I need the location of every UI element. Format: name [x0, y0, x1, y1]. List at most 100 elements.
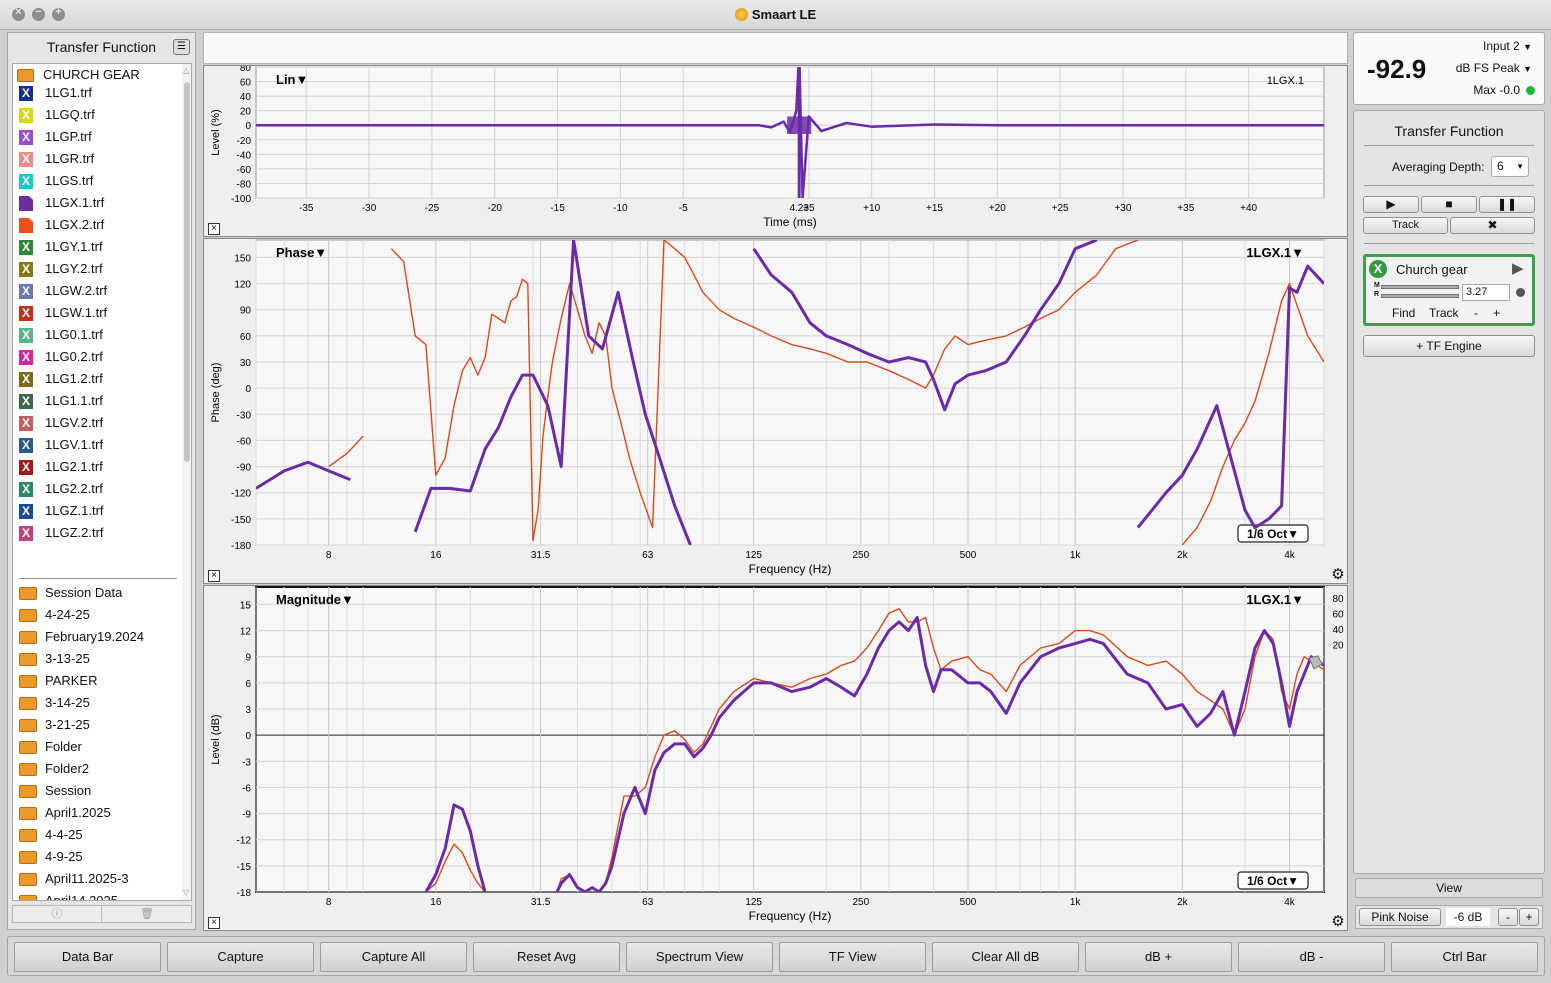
play-button[interactable]: ▶ — [1363, 196, 1419, 213]
folder-item[interactable]: 3-13-25 — [13, 648, 178, 670]
find-button[interactable]: Find — [1392, 306, 1415, 320]
file-item[interactable]: X 1LG0.2.trf — [13, 346, 178, 368]
phase-plot[interactable]: 150 120 90 60 30 0 -30 -60 -90 -120 -150 -180 8 16 31.… — [203, 238, 1348, 584]
file-item[interactable]: X 1LGW.2.trf — [13, 280, 178, 302]
file-item[interactable]: X 1LGV.2.trf — [13, 412, 178, 434]
file-list[interactable]: CHURCH GEAR X 1LG1.trf X 1LGQ.trf X 1LGP.trf X… — [12, 63, 192, 901]
control-button[interactable]: TF View — [779, 942, 926, 972]
control-button[interactable]: Capture — [167, 942, 314, 972]
file-item[interactable]: X 1LG2.1.trf — [13, 456, 178, 478]
meter-mode-select[interactable]: dB FS Peak ▼ — [1456, 61, 1532, 75]
engine-card-church-gear[interactable]: X Church gear ▶ M R 3.27 Find Track - + — [1363, 254, 1535, 326]
folder-item[interactable]: 3-14-25 — [13, 692, 178, 714]
file-item[interactable]: X 1LG1.1.trf — [13, 390, 178, 412]
file-item[interactable]: X 1LGQ.trf — [13, 104, 178, 126]
delay-minus-button[interactable]: - — [1474, 306, 1478, 320]
control-button[interactable]: Spectrum View — [626, 942, 773, 972]
engine-toggle-icon[interactable]: X — [1369, 260, 1387, 278]
file-item[interactable]: X 1LGY.1.trf — [13, 236, 178, 258]
transfer-file-icon[interactable]: X — [19, 438, 33, 453]
file-item[interactable]: X 1LGS.trf — [13, 170, 178, 192]
transfer-file-icon[interactable]: X — [19, 460, 33, 475]
close-plot-button[interactable]: × — [208, 223, 220, 235]
file-item[interactable]: X 1LGR.trf — [13, 148, 178, 170]
transfer-file-icon[interactable]: X — [19, 152, 33, 167]
file-item[interactable]: X 1LG1.2.trf — [13, 368, 178, 390]
control-button[interactable]: Ctrl Bar — [1391, 942, 1538, 972]
control-button[interactable]: Reset Avg — [473, 942, 620, 972]
close-plot-button[interactable]: × — [208, 570, 220, 582]
averaging-select[interactable]: 6 ▼ — [1491, 156, 1529, 177]
panel-menu-button[interactable]: ☰ — [173, 39, 190, 55]
folder-item[interactable]: 4-9-25 — [13, 846, 178, 868]
folder-item[interactable]: Folder2 — [13, 758, 178, 780]
transfer-file-icon[interactable]: X — [19, 306, 33, 321]
transfer-file-icon[interactable]: X — [19, 394, 33, 409]
folder-item[interactable]: April1.2025 — [13, 802, 178, 824]
file-item[interactable]: X 1LG0.1.trf — [13, 324, 178, 346]
file-item[interactable]: X 1LGZ.2.trf — [13, 522, 178, 544]
transfer-file-icon[interactable]: X — [19, 108, 33, 123]
gear-icon[interactable]: ⚙ — [1331, 914, 1345, 929]
engine-track-button[interactable]: Track — [1429, 306, 1459, 320]
control-button[interactable]: dB + — [1085, 942, 1232, 972]
noise-level-field[interactable]: -6 dB — [1446, 908, 1490, 926]
scroll-up-icon[interactable]: △ — [183, 66, 189, 75]
file-item[interactable]: X 1LGY.2.trf — [13, 258, 178, 280]
control-button[interactable]: Capture All — [320, 942, 467, 972]
transfer-file-icon[interactable]: X — [19, 350, 33, 365]
expand-arrow-icon[interactable]: ▶ — [1512, 259, 1524, 277]
delay-field[interactable]: 3.27 — [1462, 284, 1510, 301]
magnitude-plot[interactable]: 15 12 9 6 3 0 -3 -6 -9 -12 -15 -18 8 16 31.5 63 125 250 50… — [203, 585, 1348, 931]
add-tf-engine-button[interactable]: + TF Engine — [1363, 335, 1535, 357]
transfer-file-icon[interactable]: X — [19, 130, 33, 145]
file-item[interactable]: 1LGX.1.trf — [13, 192, 178, 214]
transfer-file-icon[interactable]: X — [19, 328, 33, 343]
transfer-file-icon[interactable]: X — [19, 482, 33, 497]
control-button[interactable]: Clear All dB — [932, 942, 1079, 972]
folder-item[interactable]: Session — [13, 780, 178, 802]
delete-button[interactable]: 🗑 — [103, 906, 191, 922]
folder-item[interactable]: Folder — [13, 736, 178, 758]
folder-item[interactable]: 4-4-25 — [13, 824, 178, 846]
delay-plus-button[interactable]: + — [1493, 306, 1500, 320]
file-item[interactable]: X 1LG2.2.trf — [13, 478, 178, 500]
gear-icon[interactable]: ⚙ — [1331, 567, 1345, 582]
transfer-file-icon[interactable]: X — [19, 174, 33, 189]
folder-item[interactable]: 4-24-25 — [13, 604, 178, 626]
transfer-file-icon[interactable] — [19, 218, 33, 233]
pink-noise-button[interactable]: Pink Noise — [1359, 908, 1441, 926]
folder-item[interactable]: February19.2024 — [13, 626, 178, 648]
view-button[interactable]: View — [1355, 878, 1543, 898]
close-plot-button[interactable]: × — [208, 917, 220, 929]
scroll-down-icon[interactable]: ▽ — [183, 888, 189, 897]
file-item[interactable]: X 1LGP.trf — [13, 126, 178, 148]
folder-item[interactable]: PARKER — [13, 670, 178, 692]
folder-item[interactable]: April11.2025-3 — [13, 868, 178, 890]
pause-button[interactable]: ❚❚ — [1479, 196, 1535, 213]
input-select[interactable]: Input 2 ▼ — [1483, 39, 1532, 53]
file-item[interactable]: 1LGX.2.trf — [13, 214, 178, 236]
list-scrollbar[interactable]: △ ▽ — [182, 64, 191, 900]
transfer-file-icon[interactable]: X — [19, 372, 33, 387]
file-item[interactable]: X 1LG1.trf — [13, 82, 178, 104]
stop-button[interactable]: ■ — [1421, 196, 1477, 213]
transfer-file-icon[interactable]: X — [19, 504, 33, 519]
noise-level-plus-button[interactable]: + — [1519, 908, 1539, 926]
scrollbar-thumb[interactable] — [184, 82, 190, 462]
transfer-file-icon[interactable]: X — [19, 416, 33, 431]
transfer-file-icon[interactable]: X — [19, 284, 33, 299]
folder-item[interactable]: 3-21-25 — [13, 714, 178, 736]
record-dot-icon[interactable] — [1516, 288, 1525, 297]
folder-item[interactable]: Session Data — [13, 582, 178, 604]
transfer-file-icon[interactable]: X — [19, 262, 33, 277]
file-item[interactable]: X 1LGZ.1.trf — [13, 500, 178, 522]
transfer-file-icon[interactable]: X — [19, 240, 33, 255]
track-button[interactable]: Track — [1363, 217, 1448, 234]
tools-button[interactable]: ✖ — [1450, 217, 1535, 234]
info-button[interactable]: ⓘ — [13, 906, 102, 922]
file-item[interactable]: X 1LGV.1.trf — [13, 434, 178, 456]
noise-level-minus-button[interactable]: - — [1498, 908, 1518, 926]
folder-item[interactable]: April14.2025 — [13, 890, 178, 900]
control-button[interactable]: Data Bar — [14, 942, 161, 972]
